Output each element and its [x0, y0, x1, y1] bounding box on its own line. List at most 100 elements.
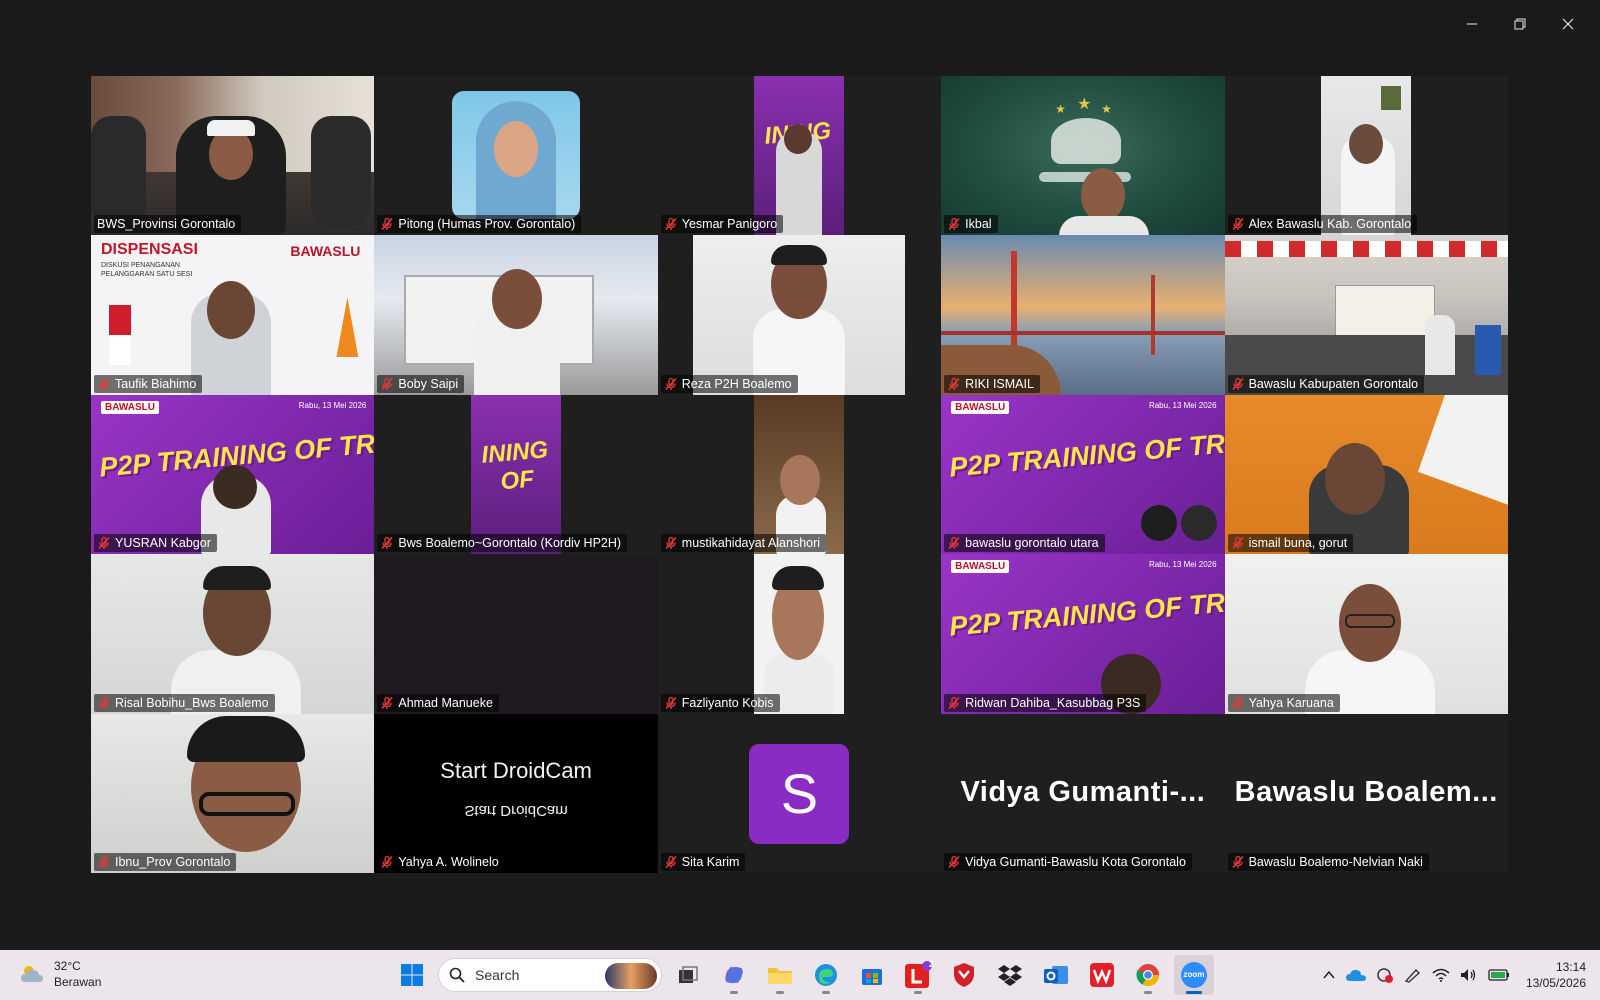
participant-tile[interactable]: INING OF Yesmar Panigoro	[657, 76, 942, 236]
mic-muted-icon	[1232, 696, 1244, 709]
pen-icon[interactable]	[1404, 967, 1422, 983]
zoom-button[interactable]: zoom	[1174, 955, 1214, 995]
video-feed	[1224, 394, 1508, 555]
participant-tile[interactable]: mustikahidayat Alanshori	[657, 394, 942, 555]
restore-button[interactable]	[1496, 8, 1544, 40]
participant-name: Reza P2H Boalemo	[681, 376, 792, 391]
video-feed: BAWASLU Rabu, 13 Mei 2026 P2P TRAINING O…	[91, 394, 375, 555]
participant-name-label: Alex Bawaslu Kab. Gorontalo	[1227, 215, 1418, 234]
participant-tile[interactable]: Alex Bawaslu Kab. Gorontalo	[1224, 76, 1508, 236]
participant-name: ismail buna, gorut	[1248, 536, 1348, 551]
mic-muted-icon	[98, 855, 110, 868]
chevron-up-icon[interactable]	[1322, 968, 1336, 982]
folder-icon	[768, 968, 792, 984]
participant-tile[interactable]: ★ ★ ★ Ikbal	[941, 76, 1225, 236]
participant-name: Boby Saipi	[398, 376, 459, 391]
participant-name: Pitong (Humas Prov. Gorontalo)	[398, 217, 576, 232]
cloud-sun-icon	[21, 966, 43, 982]
video-feed: BAWASLU Rabu, 13 Mei 2026 P2P TRAINING O…	[941, 394, 1225, 555]
app-l-button[interactable]: 2	[898, 955, 938, 995]
participant-tile[interactable]: Start DroidCam Start DroidCam Yahya A. W…	[374, 713, 658, 873]
microsoft-store-button[interactable]	[852, 955, 892, 995]
banner-date: Rabu, 13 Mei 2026	[1148, 400, 1217, 410]
start-button[interactable]	[392, 955, 432, 995]
mic-muted-icon	[948, 218, 960, 231]
volume-icon[interactable]	[1460, 968, 1478, 982]
participant-name-label: Reza P2H Boalemo	[660, 374, 798, 393]
system-clock[interactable]: 13:14 13/05/2026	[1526, 959, 1586, 991]
participant-tile[interactable]: Reza P2H Boalemo	[657, 235, 942, 395]
banner-brand: BAWASLU	[951, 400, 1010, 414]
participant-tile[interactable]: INING OF Bws Boalemo~Gorontalo (Kordiv H…	[374, 394, 658, 555]
video-feed: Start DroidCam Start DroidCam	[374, 713, 658, 873]
wifi-icon[interactable]	[1432, 968, 1450, 982]
participant-name: Risal Bobihu_Bws Boalemo	[115, 695, 269, 710]
participant-name: BWS_Provinsi Gorontalo	[97, 217, 236, 232]
dispensasi-title: DISPENSASI	[101, 241, 198, 259]
copilot-button[interactable]	[714, 955, 754, 995]
participant-name-label: Yahya Karuana	[1227, 693, 1340, 712]
weather-widget[interactable]: 32°C Berawan	[18, 958, 101, 990]
participant-tile[interactable]: Vidya Gumanti-... Vidya Gumanti-Bawaslu …	[941, 713, 1225, 873]
participant-name-label: Pitong (Humas Prov. Gorontalo)	[377, 215, 582, 234]
participant-tile[interactable]: DISPENSASI DISKUSI PENANGANAN PELANGGARA…	[91, 235, 375, 395]
participant-tile[interactable]: BAWASLU Rabu, 13 Mei 2026 P2P TRAINING O…	[941, 554, 1225, 714]
file-explorer-button[interactable]	[760, 955, 800, 995]
edge-icon	[815, 964, 837, 986]
participant-tile[interactable]: Boby Saipi	[374, 235, 658, 395]
battery-charging-icon[interactable]	[1488, 968, 1510, 982]
participant-gallery: BWS_Provinsi Gorontalo Pitong (Humas Pro…	[91, 76, 1508, 873]
participant-name-label: Sita Karim	[660, 852, 746, 871]
banner-title: P2P TRAINING OF TRAINER	[948, 580, 1225, 642]
participant-display-name: Vidya Gumanti-...	[960, 775, 1206, 808]
close-button[interactable]	[1544, 8, 1592, 40]
mic-muted-icon	[1232, 377, 1244, 390]
participant-tile[interactable]: Bawaslu Kabupaten Gorontalo	[1224, 235, 1508, 395]
mic-muted-icon	[98, 377, 110, 390]
edge-button[interactable]	[806, 955, 846, 995]
task-view-button[interactable]	[668, 955, 708, 995]
mic-muted-icon	[98, 537, 110, 550]
participant-tile[interactable]: Ahmad Manueke	[374, 554, 658, 714]
participant-tile[interactable]: Yahya Karuana	[1224, 554, 1508, 714]
participant-tile[interactable]: BWS_Provinsi Gorontalo	[91, 76, 375, 236]
clock-time: 13:14	[1555, 960, 1586, 974]
banner-title: P2P TRAINING OF TRAINER	[948, 421, 1225, 483]
shield-app-button[interactable]	[944, 955, 984, 995]
app-l-icon	[905, 961, 932, 988]
minimize-icon	[1467, 23, 1477, 25]
wps-icon	[1090, 963, 1114, 987]
dropbox-button[interactable]	[990, 955, 1030, 995]
minimize-button[interactable]	[1448, 8, 1496, 40]
video-feed	[754, 554, 845, 714]
participant-tile[interactable]: BAWASLU Rabu, 13 Mei 2026 P2P TRAINING O…	[941, 394, 1225, 555]
droidcam-text: Start DroidCam	[440, 757, 592, 783]
participant-name-label: Bawaslu Boalemo-Nelvian Naki	[1227, 852, 1429, 871]
banner-crop-text: INING OF	[480, 435, 550, 496]
participant-name-label: ismail buna, gorut	[1227, 534, 1354, 553]
camera-off-icon[interactable]	[1376, 967, 1394, 983]
participant-tile[interactable]: ismail buna, gorut	[1224, 394, 1508, 555]
participant-name: Bws Boalemo~Gorontalo (Kordiv HP2H)	[398, 536, 622, 551]
participant-tile[interactable]: S Sita Karim	[657, 713, 942, 873]
wps-button[interactable]	[1082, 955, 1122, 995]
participant-name: Ahmad Manueke	[398, 695, 493, 710]
outlook-button[interactable]	[1036, 955, 1076, 995]
participant-avatar-initial: S	[749, 743, 850, 844]
participant-tile[interactable]: Ibnu_Prov Gorontalo	[91, 713, 375, 873]
participant-tile[interactable]: RIKI ISMAIL	[941, 235, 1225, 395]
participant-name: RIKI ISMAIL	[965, 376, 1034, 391]
participant-tile[interactable]: Bawaslu Boalem... Bawaslu Boalemo-Nelvia…	[1224, 713, 1508, 873]
participant-tile[interactable]: Pitong (Humas Prov. Gorontalo)	[374, 76, 658, 236]
participant-name: Bawaslu Kabupaten Gorontalo	[1248, 376, 1419, 391]
shield-icon	[954, 963, 974, 987]
video-feed: INING OF	[471, 394, 562, 555]
chrome-button[interactable]	[1128, 955, 1168, 995]
participant-tile[interactable]: Fazliyanto Kobis	[657, 554, 942, 714]
participant-tile[interactable]: Risal Bobihu_Bws Boalemo	[91, 554, 375, 714]
onedrive-icon[interactable]	[1345, 968, 1366, 982]
participant-name: Ikbal	[965, 217, 992, 232]
taskbar-search[interactable]: Search	[438, 958, 662, 992]
participant-tile[interactable]: BAWASLU Rabu, 13 Mei 2026 P2P TRAINING O…	[91, 394, 375, 555]
participant-name: Yesmar Panigoro	[681, 217, 778, 232]
